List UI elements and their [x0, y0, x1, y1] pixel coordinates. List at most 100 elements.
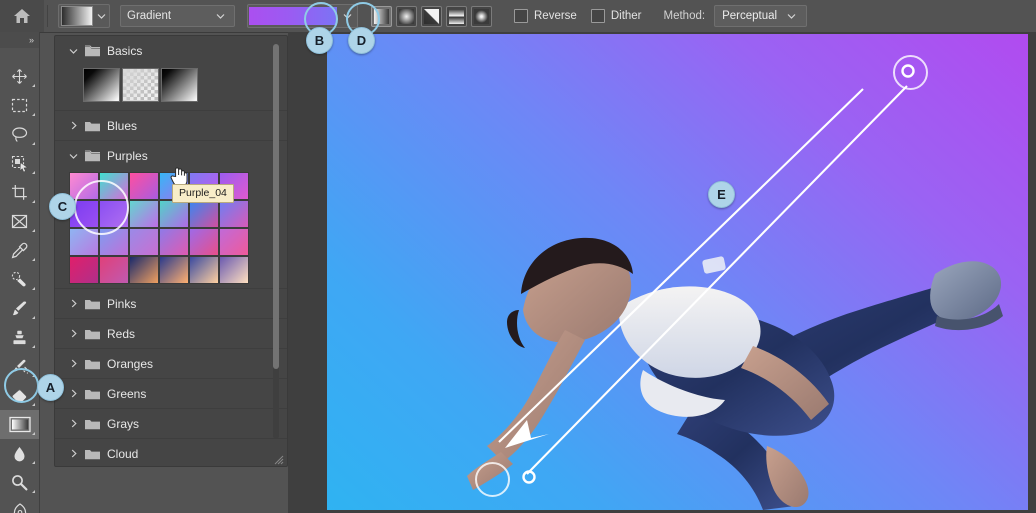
chevron-right-icon[interactable] — [69, 449, 78, 458]
group-label: Cloud — [107, 446, 139, 461]
radial-gradient-button[interactable] — [396, 5, 417, 27]
group-header-greens[interactable]: Greens — [55, 379, 287, 408]
tool-options-corner — [32, 84, 35, 87]
gradient-swatch[interactable] — [99, 256, 129, 284]
chevron-right-icon[interactable] — [69, 419, 78, 428]
group-basics: Basics — [55, 36, 287, 111]
diamond-gradient-button[interactable] — [471, 5, 492, 27]
chevrons-right-icon: » — [28, 35, 34, 45]
gradient-swatch[interactable] — [219, 228, 249, 256]
frame-tool[interactable] — [0, 207, 39, 236]
dodge-tool[interactable] — [0, 468, 39, 497]
resize-grip-icon[interactable] — [273, 452, 284, 465]
chevron-right-icon[interactable] — [69, 121, 78, 130]
gradient-tool[interactable] — [0, 410, 39, 439]
dither-label: Dither — [610, 10, 642, 22]
group-cloud: Cloud — [55, 439, 287, 466]
swatch-foreground-to-transparent[interactable] — [122, 68, 159, 102]
gradient-swatch[interactable] — [219, 200, 249, 228]
chevron-down-icon[interactable] — [69, 153, 78, 159]
tool-options-corner — [32, 345, 35, 348]
options-bar: Gradient Reverse Dither Method: Perceptu… — [0, 0, 1036, 33]
method-select[interactable]: Perceptual — [714, 5, 808, 27]
chevron-right-icon[interactable] — [69, 329, 78, 338]
group-label: Greens — [107, 386, 147, 401]
pen-tool[interactable] — [0, 497, 39, 513]
toolbar-collapse-button[interactable]: » — [0, 32, 39, 48]
eyedropper-tool[interactable] — [0, 236, 39, 265]
swatch-black-to-white[interactable] — [83, 68, 120, 102]
group-header-pinks[interactable]: Pinks — [55, 289, 287, 318]
group-grays: Grays — [55, 409, 287, 439]
group-header-blues[interactable]: Blues — [55, 111, 287, 140]
chevron-right-icon[interactable] — [69, 389, 78, 398]
blur-tool[interactable] — [0, 439, 39, 468]
move-tool[interactable] — [0, 62, 39, 91]
gradient-swatch[interactable] — [159, 228, 189, 256]
gradient-preset-preview[interactable] — [58, 4, 110, 28]
group-label: Pinks — [107, 296, 137, 311]
tool-options-corner — [32, 113, 35, 116]
method-label: Method: — [663, 10, 706, 22]
crop-tool[interactable] — [0, 178, 39, 207]
gradient-swatch[interactable] — [129, 256, 159, 284]
gradient-swatch[interactable] — [189, 200, 219, 228]
spot-healing-brush-tool[interactable] — [0, 265, 39, 294]
reverse-label: Reverse — [534, 10, 577, 22]
gradient-swatch[interactable] — [129, 172, 159, 200]
dither-checkbox[interactable] — [590, 9, 605, 23]
lasso-tool[interactable] — [0, 120, 39, 149]
annotation-badge-c: C — [49, 193, 76, 220]
chevron-right-icon[interactable] — [69, 299, 78, 308]
chevron-down-icon[interactable] — [783, 6, 799, 26]
tool-options-corner — [32, 171, 35, 174]
clone-stamp-tool[interactable] — [0, 323, 39, 352]
angle-gradient-icon — [424, 8, 439, 24]
reflected-gradient-button[interactable] — [446, 5, 467, 27]
gradient-swatch[interactable] — [159, 256, 189, 284]
gradient-swatch[interactable] — [129, 200, 159, 228]
object-selection-tool[interactable] — [0, 149, 39, 178]
home-icon — [13, 8, 31, 24]
rectangular-marquee-tool[interactable] — [0, 91, 39, 120]
panel-scrollbar[interactable] — [273, 44, 279, 439]
angle-gradient-button[interactable] — [421, 5, 442, 27]
tool-options-corner — [32, 258, 35, 261]
gradient-swatch[interactable] — [129, 228, 159, 256]
mode-select[interactable]: Gradient — [120, 5, 235, 27]
scrollbar-thumb[interactable] — [273, 44, 279, 369]
gradient-swatch[interactable] — [159, 200, 189, 228]
chevron-down-icon[interactable] — [212, 6, 228, 26]
group-header-oranges[interactable]: Oranges — [55, 349, 287, 378]
group-header-reds[interactable]: Reds — [55, 319, 287, 348]
chevron-down-icon[interactable] — [69, 48, 78, 54]
gradient-swatch[interactable] — [189, 228, 219, 256]
gradient-swatch[interactable] — [69, 256, 99, 284]
dither-checkbox-group[interactable]: Dither — [590, 9, 642, 23]
home-button[interactable] — [0, 0, 44, 32]
gradient-preview — [61, 6, 93, 26]
chevron-down-icon[interactable] — [93, 6, 109, 26]
folder-icon — [85, 358, 100, 370]
reverse-checkbox[interactable] — [514, 9, 528, 23]
reflected-gradient-icon — [449, 8, 464, 24]
tools-panel: » — [0, 32, 40, 513]
swatch-white-to-black[interactable] — [161, 68, 198, 102]
gradient-swatch[interactable] — [189, 256, 219, 284]
group-label: Basics — [107, 43, 143, 58]
gradient-swatch[interactable] — [219, 256, 249, 284]
annotation-badge-d: D — [348, 27, 375, 54]
gradient-type-buttons — [371, 5, 492, 27]
image-canvas[interactable] — [327, 34, 1028, 510]
chevron-right-icon[interactable] — [69, 359, 78, 368]
group-header-cloud[interactable]: Cloud — [55, 439, 287, 466]
highlight-ring-start-handle — [475, 462, 510, 497]
group-header-grays[interactable]: Grays — [55, 409, 287, 438]
radial-gradient-icon — [399, 8, 414, 24]
gradient-strip-picker[interactable] — [247, 4, 358, 28]
reverse-checkbox-group[interactable]: Reverse — [514, 9, 577, 23]
annotation-badge-a: A — [37, 374, 64, 401]
group-header-basics[interactable]: Basics — [55, 36, 287, 65]
brush-tool[interactable] — [0, 294, 39, 323]
canvas-area — [288, 32, 1036, 513]
